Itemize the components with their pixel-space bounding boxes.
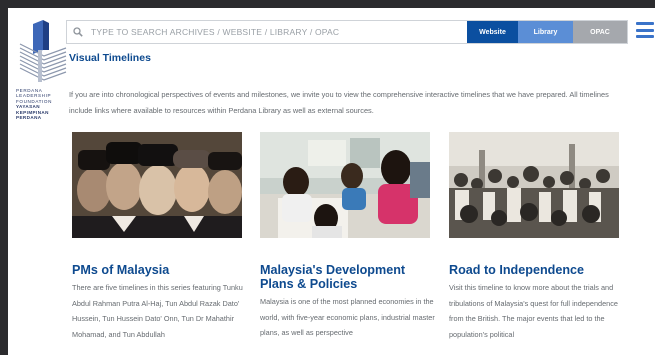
timeline-card-pms: PMs of Malaysia There are five timelines… <box>72 132 252 342</box>
scope-library-button[interactable]: Library <box>518 21 573 43</box>
intro-text: If you are into chronological perspectiv… <box>69 90 609 115</box>
card-description: Visit this timeline to know more about t… <box>449 283 618 339</box>
search-icon[interactable] <box>67 21 89 43</box>
classroom-photo-image[interactable] <box>260 132 430 238</box>
logo-mark-icon <box>19 20 67 82</box>
card-title[interactable]: Malaysia's Development Plans & Policies <box>260 263 442 291</box>
menu-bar <box>636 28 654 32</box>
search-bar: Website Library OPAC <box>66 20 628 44</box>
logo-line: PERDANA <box>16 115 42 121</box>
card-description: There are five timelines in this series … <box>72 283 243 339</box>
search-input[interactable] <box>89 21 467 43</box>
timeline-card-independence: Road to Independence Visit this timeline… <box>449 132 634 342</box>
menu-bar <box>636 35 654 38</box>
card-description: Malaysia is one of the most planned econ… <box>260 297 435 337</box>
independence-crowd-photo-image[interactable] <box>449 132 619 238</box>
hamburger-icon[interactable] <box>636 22 654 38</box>
card-title[interactable]: PMs of Malaysia <box>72 263 252 277</box>
logo-wordmark: PERDANA LEADERSHIP FOUNDATION YAYASAN KE… <box>16 88 68 120</box>
timeline-card-development-plans: Malaysia's Development Plans & Policies … <box>260 132 442 341</box>
perdana-logo[interactable]: PERDANA LEADERSHIP FOUNDATION YAYASAN KE… <box>16 20 68 120</box>
card-title[interactable]: Road to Independence <box>449 263 634 277</box>
scope-website-button[interactable]: Website <box>467 21 518 43</box>
pms-portrait-collage-image[interactable] <box>72 132 242 238</box>
scope-opac-button[interactable]: OPAC <box>573 21 627 43</box>
menu-bar <box>636 22 654 25</box>
page-title: Visual Timelines <box>69 52 151 64</box>
page: PERDANA LEADERSHIP FOUNDATION YAYASAN KE… <box>8 8 655 355</box>
